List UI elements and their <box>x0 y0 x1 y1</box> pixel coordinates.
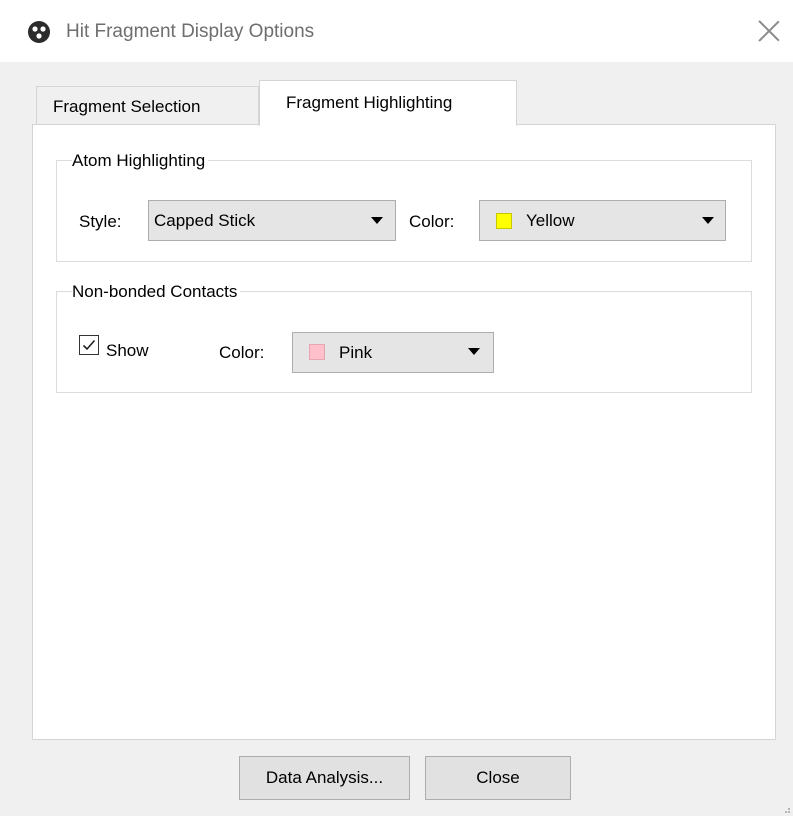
tab-fragment-highlighting[interactable]: Fragment Highlighting <box>259 80 517 126</box>
data-analysis-button[interactable]: Data Analysis... <box>239 756 410 800</box>
contact-color-label: Color: <box>219 343 265 362</box>
app-logo-icon <box>28 21 50 43</box>
contact-color-value: Pink <box>339 343 373 362</box>
chevron-down-icon <box>371 217 383 224</box>
atom-color-label: Color: <box>409 212 455 231</box>
atom-color-value: Yellow <box>526 211 575 230</box>
tab-label: Fragment Selection <box>53 97 201 116</box>
yellow-swatch-icon <box>496 213 512 229</box>
nonbonded-contacts-title: Non-bonded Contacts <box>72 282 241 302</box>
checkmark-icon <box>82 339 96 351</box>
show-label: Show <box>106 341 149 360</box>
show-checkbox[interactable] <box>79 335 99 355</box>
tab-fragment-selection[interactable]: Fragment Selection <box>36 86 259 124</box>
title-bar: Hit Fragment Display Options <box>0 0 793 62</box>
style-dropdown[interactable]: Capped Stick <box>148 200 396 241</box>
style-label: Style: <box>79 212 122 231</box>
contact-color-dropdown[interactable]: Pink <box>292 332 494 373</box>
resize-grip-icon[interactable] <box>783 806 791 814</box>
style-value: Capped Stick <box>154 211 256 230</box>
atom-color-dropdown[interactable]: Yellow <box>479 200 726 241</box>
close-button[interactable]: Close <box>425 756 571 800</box>
close-icon[interactable] <box>752 14 786 48</box>
pink-swatch-icon <box>309 344 325 360</box>
atom-highlighting-title: Atom Highlighting <box>72 151 209 171</box>
window-title: Hit Fragment Display Options <box>66 21 315 42</box>
tab-label: Fragment Highlighting <box>286 93 453 112</box>
chevron-down-icon <box>702 217 714 224</box>
chevron-down-icon <box>468 348 480 355</box>
